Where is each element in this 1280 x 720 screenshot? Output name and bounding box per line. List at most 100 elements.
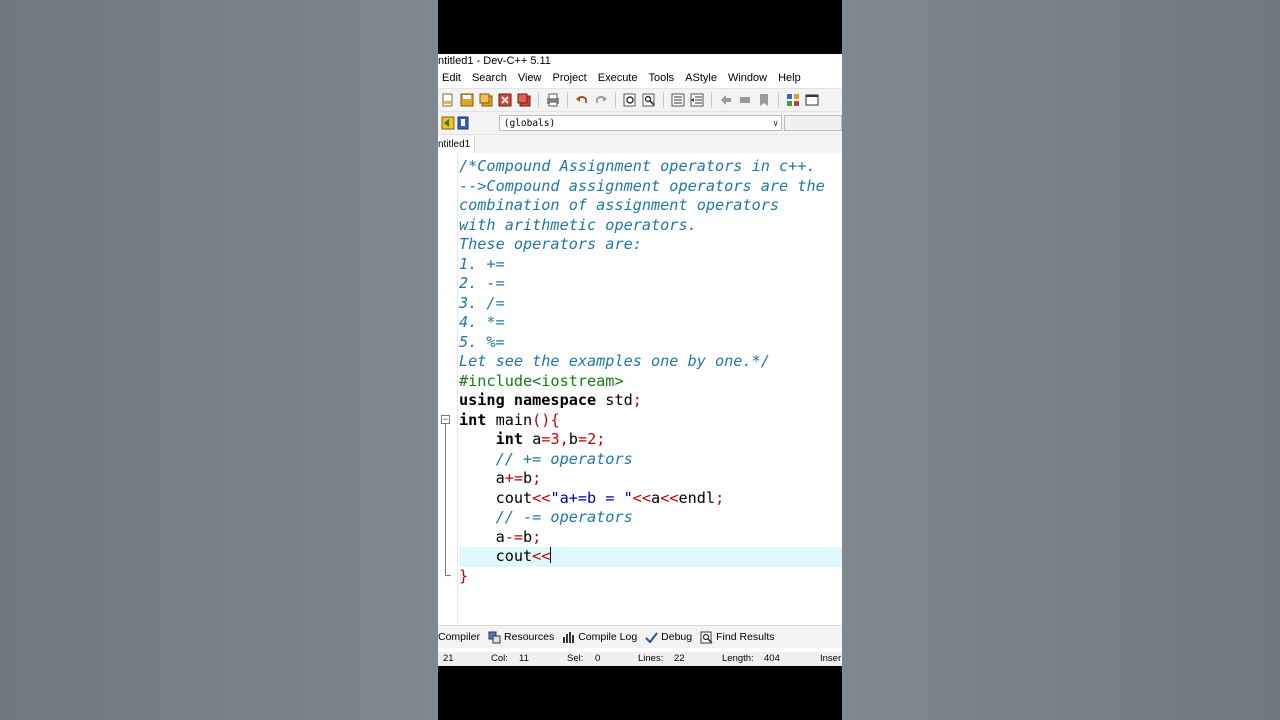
code-line[interactable]: // -= operators [459,508,842,528]
code-line[interactable]: Let see the examples one by one.*/ [459,352,842,372]
code-line[interactable]: int main(){ [459,411,842,431]
tab-compile-log[interactable]: Compile Log [562,631,645,644]
status-bar: 21 Col: 11 Sel: 0 Lines: 22 Length: 404 … [438,652,842,666]
menu-window[interactable]: Window [723,72,773,84]
code-token: #include<iostream> [459,371,624,390]
code-token: } [459,566,469,585]
code-line[interactable]: } [459,567,842,587]
background-right [842,0,1280,720]
menu-edit[interactable]: Edit [438,72,467,84]
code-line[interactable]: 5. %= [459,333,842,353]
toolbar-separator [663,92,664,108]
redo-icon[interactable] [593,92,609,108]
editor-gutter: − [438,153,458,623]
bookmark-icon[interactable] [756,92,772,108]
menu-search[interactable]: Search [467,72,513,84]
fold-toggle-icon[interactable]: − [441,415,450,424]
replace-icon[interactable] [641,92,657,108]
code-line[interactable]: -->Compound assignment operators are the [459,177,842,197]
tab-find-results[interactable]: Find Results [700,631,782,644]
status-lines-label: Lines: [638,653,664,664]
status-line: 21 [443,653,454,664]
close-file-icon[interactable] [497,92,513,108]
code-line[interactable]: cout<<"a+=b = "<<a<<endl; [459,489,842,509]
code-line[interactable]: // += operators [459,450,842,470]
chevron-down-icon[interactable]: ∨ [773,116,778,132]
toggle-bookmark-icon[interactable] [455,115,470,131]
devcpp-window: ntitled1 - Dev-C++ 5.11 Edit Search View… [438,54,842,666]
toolbar-separator [711,92,712,108]
insert-icon[interactable] [440,115,455,131]
menu-project[interactable]: Project [547,72,592,84]
scope-combobox[interactable]: (globals) ∨ [498,115,783,132]
close-all-icon[interactable] [516,92,532,108]
menu-execute[interactable]: Execute [593,72,644,84]
tab-untitled1[interactable]: ntitled1 [438,136,476,153]
code-line[interactable]: #include<iostream> [459,372,842,392]
menu-tools[interactable]: Tools [643,72,680,84]
window-title: ntitled1 - Dev-C++ 5.11 [438,55,551,67]
current-code-line[interactable]: cout<< [459,547,842,567]
code-line[interactable]: /*Compound Assignment operators in c++. [459,157,842,177]
code-token: a [651,488,661,507]
code-line[interactable]: 3. /= [459,294,842,314]
code-token: , [559,430,569,448]
code-line[interactable]: combination of assignment operators [459,196,842,216]
member-combobox[interactable] [784,115,842,131]
new-file-icon[interactable] [440,92,456,108]
tab-resources[interactable]: Resources [488,631,562,644]
file-tab-bar: ntitled1 [438,135,842,154]
tab-debug[interactable]: Debug [645,631,700,644]
code-line[interactable]: int a=3,b=2; [459,430,842,450]
code-line[interactable]: a+=b; [459,469,842,489]
window-icon[interactable] [804,92,820,108]
code-token: // += operators [459,449,633,468]
code-editor[interactable]: − /*Compound Assignment operators in c++… [438,153,842,623]
fold-end [445,575,451,576]
code-token: -= [504,527,524,546]
code-token: = [577,430,588,448]
toolbar-separator [567,92,568,108]
checkmark-icon [645,631,658,644]
save-all-icon[interactable] [478,92,494,108]
status-sel: 0 [595,653,601,664]
code-line[interactable]: 1. += [459,255,842,275]
menu-astyle[interactable]: AStyle [680,72,723,84]
code-line[interactable]: These operators are: [459,235,842,255]
status-mode: Inser [820,653,842,664]
code-token: b [523,527,533,546]
menu-help[interactable]: Help [773,72,807,84]
code-line[interactable]: using namespace std; [459,391,842,411]
goto-forward-icon[interactable] [737,92,753,108]
unindent-icon[interactable] [689,92,705,108]
background-left [0,0,438,720]
indent-icon[interactable] [670,92,686,108]
menu-bar: Edit Search View Project Execute Tools A… [438,68,842,88]
code-token: ; [596,430,606,448]
code-token: These operators are: [459,235,642,253]
toolbar-separator [615,92,616,108]
code-token: with arithmetic operators. [459,215,697,234]
code-line[interactable]: a-=b; [459,528,842,548]
save-icon[interactable] [459,92,475,108]
status-col-label: Col: [491,653,508,664]
code-token: 4. *= [459,313,505,331]
code-token: /*Compound Assignment operators in c++. [459,157,816,175]
code-line[interactable]: 2. -= [459,274,842,294]
new-project-icon[interactable] [785,92,801,108]
code-token: ; [532,469,542,487]
code-token: a [523,430,542,448]
code-text[interactable]: /*Compound Assignment operators in c++. -… [459,157,842,586]
undo-icon[interactable] [574,92,590,108]
code-line[interactable]: 4. *= [459,313,842,333]
goto-back-icon[interactable] [718,92,734,108]
code-token: 5. %= [459,332,505,351]
menu-view[interactable]: View [513,72,548,84]
status-lines: 22 [674,653,685,664]
status-length: 404 [764,653,780,664]
print-icon[interactable] [545,92,561,108]
code-line[interactable]: with arithmetic operators. [459,216,842,236]
find-icon[interactable] [622,92,638,108]
tab-compiler[interactable]: Compiler [438,631,488,643]
